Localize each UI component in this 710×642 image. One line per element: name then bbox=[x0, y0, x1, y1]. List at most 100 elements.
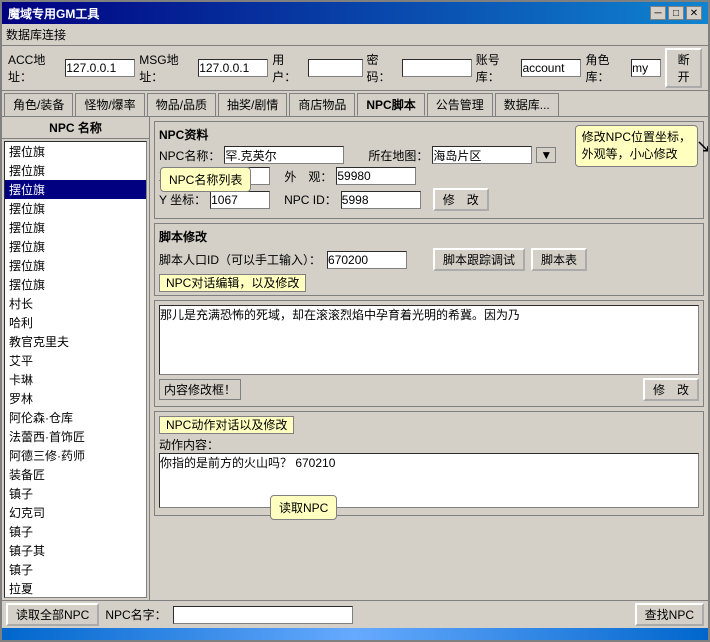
list-item[interactable]: 艾平 bbox=[5, 351, 146, 370]
main-window: 魔域专用GM工具 ─ □ ✕ 数据库连接 ACC地址： MSG地址： 用户： 密… bbox=[0, 0, 710, 642]
list-item[interactable]: 装备匠 bbox=[5, 465, 146, 484]
close-button[interactable]: ✕ bbox=[686, 6, 702, 20]
tab-bar: 角色/装备 怪物/爆率 物品/品质 抽奖/剧情 商店物品 NPC脚本 公告管理 … bbox=[2, 91, 708, 116]
npc-name-tooltip: NPC名称列表 bbox=[160, 167, 251, 192]
role-input[interactable] bbox=[631, 59, 661, 77]
window-controls: ─ □ ✕ bbox=[650, 6, 702, 20]
list-item[interactable]: 拉夏 bbox=[5, 579, 146, 598]
action-hint: NPC动作对话以及修改 bbox=[159, 416, 294, 434]
modify-tooltip: 修改NPC位置坐标， 外观等，小心修改 ↘ bbox=[575, 125, 698, 167]
dialog-section: 那儿是充满恐怖的死域，却在滚滚烈焰中孕育着光明的希冀。因为乃 内容修改框！ 修 … bbox=[154, 300, 704, 407]
map-dropdown-icon[interactable]: ▼ bbox=[536, 147, 556, 163]
appearance-input[interactable] bbox=[336, 167, 416, 185]
content-modify-label: 内容修改框！ bbox=[159, 379, 241, 400]
acct-label: 账号库： bbox=[476, 51, 518, 85]
read-all-npc-button[interactable]: 读取全部NPC bbox=[6, 603, 99, 626]
list-item[interactable]: 摆位旗 bbox=[5, 180, 146, 199]
list-item[interactable]: 阿伦森·仓库 bbox=[5, 408, 146, 427]
npc-name-input[interactable] bbox=[224, 146, 344, 164]
list-item[interactable]: 阿德三修·药师 bbox=[5, 446, 146, 465]
tab-npc-script[interactable]: NPC脚本 bbox=[357, 93, 424, 116]
dialog-modify-button[interactable]: 修 改 bbox=[643, 378, 699, 401]
disconnect-button[interactable]: 断开 bbox=[665, 48, 702, 88]
tab-database[interactable]: 数据库... bbox=[495, 93, 559, 116]
list-item[interactable]: 卡琳 bbox=[5, 370, 146, 389]
npc-name-label: NPC名字： bbox=[105, 606, 166, 623]
list-item[interactable]: 摆位旗 bbox=[5, 256, 146, 275]
script-section: 脚本修改 脚本人口ID（可以手工输入）： 脚本跟踪调试 脚本表 NPC对话编辑，… bbox=[154, 223, 704, 296]
npc-name-label: NPC名称： bbox=[159, 147, 220, 164]
acc-input[interactable] bbox=[65, 59, 135, 77]
y-label: Y 坐标： bbox=[159, 191, 206, 208]
action-label: 动作内容： bbox=[159, 438, 219, 452]
menu-db[interactable]: 数据库连接 bbox=[6, 28, 66, 42]
content-modify-row: 内容修改框！ 修 改 bbox=[159, 377, 699, 402]
msg-label: MSG地址： bbox=[139, 51, 194, 85]
list-item[interactable]: 镇子其 bbox=[5, 541, 146, 560]
npcid-input[interactable] bbox=[341, 191, 421, 209]
list-item[interactable]: 摆位旗 bbox=[5, 237, 146, 256]
main-content: NPC 名称 摆位旗 摆位旗 摆位旗 摆位旗 摆位旗 摆位旗 摆位旗 摆位旗 村… bbox=[2, 116, 708, 600]
pwd-input[interactable] bbox=[402, 59, 472, 77]
user-label: 用户： bbox=[272, 51, 303, 85]
list-item[interactable]: 摆位旗 bbox=[5, 161, 146, 180]
script-title: 脚本修改 bbox=[159, 228, 699, 245]
list-item[interactable]: 摆位旗 bbox=[5, 199, 146, 218]
list-item[interactable]: 摆位旗 bbox=[5, 218, 146, 237]
npc-list-header: NPC 名称 bbox=[2, 117, 149, 139]
list-item[interactable]: 幻克司 bbox=[5, 503, 146, 522]
list-item[interactable]: 摆位旗 bbox=[5, 275, 146, 294]
dialog-hint-label: NPC对话编辑，以及修改 bbox=[159, 274, 699, 291]
pwd-label: 密码： bbox=[367, 51, 398, 85]
list-item[interactable]: 摆位旗 bbox=[5, 142, 146, 161]
tab-item-quality[interactable]: 物品/品质 bbox=[147, 93, 216, 116]
bottom-bar: 读取全部NPC NPC名字： 查找NPC bbox=[2, 600, 708, 628]
tab-role-equip[interactable]: 角色/装备 bbox=[4, 93, 73, 116]
dialog-textarea[interactable]: 那儿是充满恐怖的死域，却在滚滚烈焰中孕育着光明的希冀。因为乃 bbox=[159, 305, 699, 375]
list-item[interactable]: 镇子 bbox=[5, 560, 146, 579]
tab-monster-drop[interactable]: 怪物/爆率 bbox=[75, 93, 144, 116]
role-label: 角色库： bbox=[585, 51, 627, 85]
npcid-label: NPC ID： bbox=[284, 191, 337, 208]
action-section: NPC动作对话以及修改 动作内容： 你指的是前方的火山吗？ 670210 bbox=[154, 411, 704, 516]
minimize-button[interactable]: ─ bbox=[650, 6, 666, 20]
script-id-label: 脚本人口ID（可以手工输入）： bbox=[159, 251, 321, 268]
map-input[interactable] bbox=[432, 146, 532, 164]
list-item[interactable]: 镇子 bbox=[5, 484, 146, 503]
acc-label: ACC地址： bbox=[8, 51, 61, 85]
npc-list[interactable]: 摆位旗 摆位旗 摆位旗 摆位旗 摆位旗 摆位旗 摆位旗 摆位旗 村长 哈利 教官… bbox=[4, 141, 147, 598]
action-textarea[interactable]: 你指的是前方的火山吗？ 670210 bbox=[159, 453, 699, 508]
npc-modify-button[interactable]: 修 改 bbox=[433, 188, 489, 211]
debug-button[interactable]: 脚本跟踪调试 bbox=[433, 248, 525, 271]
list-item[interactable]: 镇子 bbox=[5, 522, 146, 541]
conn-bar: ACC地址： MSG地址： 用户： 密码： 账号库： 角色库： 断开 bbox=[2, 46, 708, 91]
msg-input[interactable] bbox=[198, 59, 268, 77]
tab-shop[interactable]: 商店物品 bbox=[289, 93, 355, 116]
tab-announcement[interactable]: 公告管理 bbox=[427, 93, 493, 116]
list-item[interactable]: 哈利 bbox=[5, 313, 146, 332]
arrow-icon: ↘ bbox=[696, 134, 708, 159]
tab-lottery[interactable]: 抽奖/剧情 bbox=[218, 93, 287, 116]
list-item[interactable]: 罗林 bbox=[5, 389, 146, 408]
action-content-label: 动作内容： bbox=[159, 436, 699, 453]
read-npc-tooltip: 读取NPC bbox=[270, 495, 337, 520]
title-bar: 魔域专用GM工具 ─ □ ✕ bbox=[2, 2, 708, 24]
find-npc-button[interactable]: 查找NPC bbox=[635, 603, 704, 626]
script-row: 脚本人口ID（可以手工输入）： 脚本跟踪调试 脚本表 bbox=[159, 248, 699, 271]
list-item[interactable]: 法蕾西·首饰匠 bbox=[5, 427, 146, 446]
script-table-button[interactable]: 脚本表 bbox=[531, 248, 587, 271]
y-input[interactable] bbox=[210, 191, 270, 209]
window-title: 魔域专用GM工具 bbox=[8, 5, 99, 22]
user-input[interactable] bbox=[308, 59, 363, 77]
status-bar bbox=[2, 628, 708, 640]
right-panel: 修改NPC位置坐标， 外观等，小心修改 ↘ NPC资料 NPC名称： 所在地图：… bbox=[150, 117, 708, 600]
menu-bar: 数据库连接 bbox=[2, 24, 708, 46]
script-id-input[interactable] bbox=[327, 251, 407, 269]
left-panel: NPC 名称 摆位旗 摆位旗 摆位旗 摆位旗 摆位旗 摆位旗 摆位旗 摆位旗 村… bbox=[2, 117, 150, 600]
map-label: 所在地图： bbox=[368, 147, 428, 164]
acct-input[interactable] bbox=[521, 59, 581, 77]
list-item[interactable]: 教官克里夫 bbox=[5, 332, 146, 351]
maximize-button[interactable]: □ bbox=[668, 6, 684, 20]
npc-name-search-input[interactable] bbox=[173, 606, 353, 624]
list-item[interactable]: 村长 bbox=[5, 294, 146, 313]
